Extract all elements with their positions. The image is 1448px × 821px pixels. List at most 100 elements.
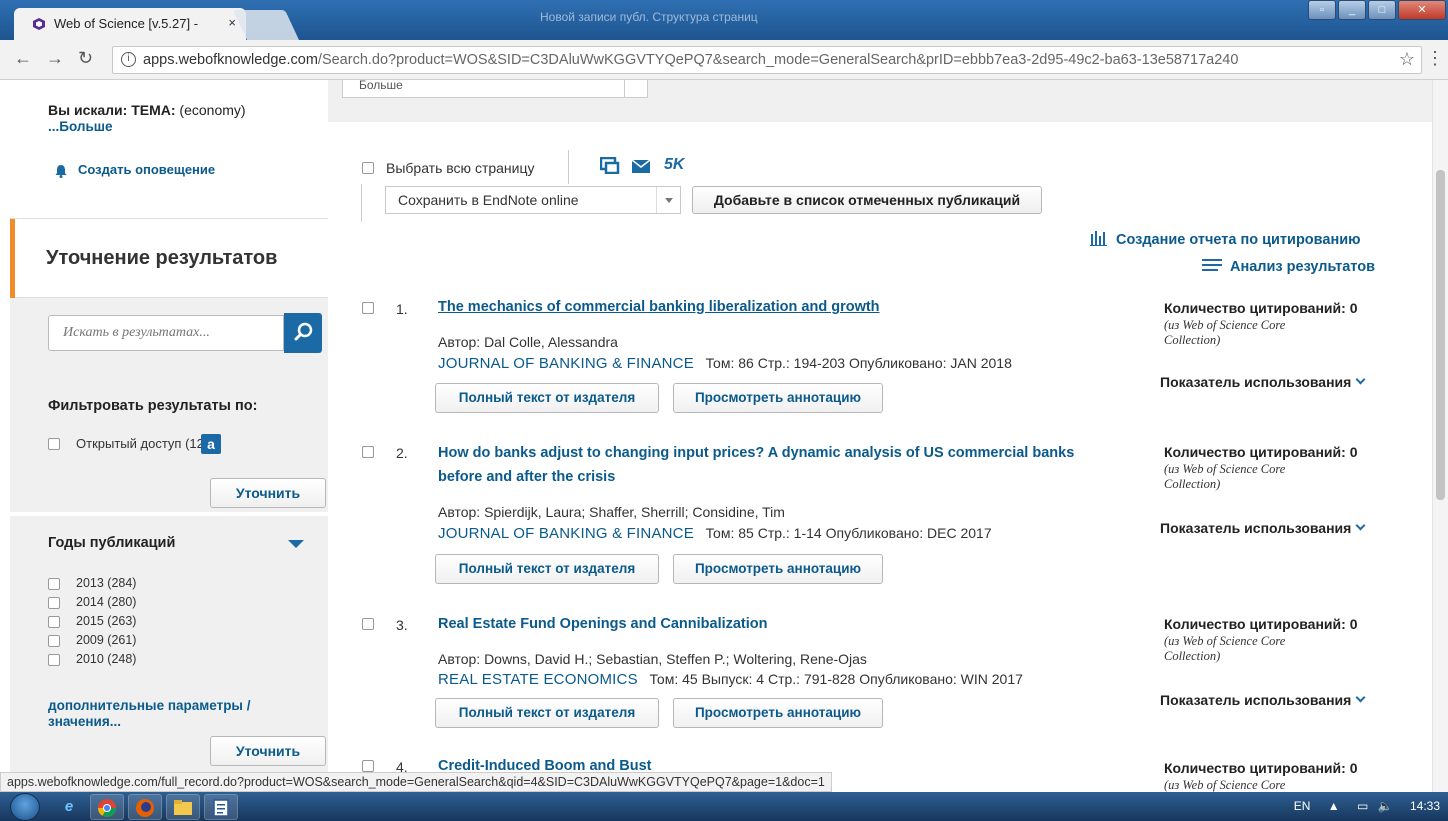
record-title-link[interactable]: The mechanics of commercial banking libe…: [438, 295, 1118, 319]
tab-title: Web of Science [v.5.27] -: [54, 16, 199, 31]
search-in-results-panel: [10, 298, 328, 378]
chevron-down-icon: [1355, 692, 1366, 703]
journal-name-link[interactable]: JOURNAL OF BANKING & FINANCE: [438, 525, 694, 542]
refine-title: Уточнение результатов: [46, 247, 278, 269]
full-text-button[interactable]: Полный текст от издателя: [435, 554, 659, 584]
email-icon[interactable]: [632, 160, 650, 173]
maximize-window-icon[interactable]: □: [1368, 0, 1396, 20]
filter-panel: Фильтровать результаты по: Открытый дост…: [10, 378, 328, 512]
record-checkbox[interactable]: [362, 760, 374, 772]
record-checkbox[interactable]: [362, 302, 374, 314]
record-title-link[interactable]: Real Estate Fund Openings and Cannibaliz…: [438, 612, 1118, 636]
tray-expand-icon[interactable]: ▲: [1328, 799, 1340, 813]
year-checkbox[interactable]: [48, 578, 60, 590]
record-checkbox[interactable]: [362, 446, 374, 458]
search-in-results-input[interactable]: [48, 315, 284, 351]
top-select-value: Больше: [359, 80, 403, 92]
year-label: 2014 (280): [76, 595, 137, 609]
left-sidebar: Вы искали: ТЕМА: (economy) ...Больше Соз…: [10, 80, 328, 792]
usage-label: Показатель использования: [1160, 692, 1352, 708]
citation-source: (из Web of Science Core: [1164, 778, 1286, 792]
open-access-icon: a: [201, 434, 221, 454]
record-title-link[interactable]: How do banks adjust to changing input pr…: [438, 441, 1118, 489]
view-abstract-button[interactable]: Просмотреть аннотацию: [673, 698, 883, 728]
view-abstract-button[interactable]: Просмотреть аннотацию: [673, 383, 883, 413]
year-checkbox[interactable]: [48, 654, 60, 666]
select-all-checkbox[interactable]: [362, 162, 374, 174]
back-icon[interactable]: ←: [14, 48, 32, 69]
year-checkbox[interactable]: [48, 635, 60, 647]
citation-report-link[interactable]: Создание отчета по цитированию: [1090, 231, 1361, 248]
refine-button[interactable]: Уточнить: [210, 478, 326, 508]
network-icon[interactable]: ▭: [1357, 799, 1368, 813]
more-link[interactable]: ...Больше: [48, 119, 113, 134]
reload-icon[interactable]: ↻: [78, 48, 93, 69]
journal-name-link[interactable]: REAL ESTATE ECONOMICS: [438, 671, 638, 688]
divider: [361, 184, 362, 222]
usage-count-toggle[interactable]: Показатель использования: [1160, 520, 1366, 536]
record-number: 1.: [396, 301, 408, 317]
volume-icon[interactable]: 🔈: [1378, 799, 1393, 813]
bookmark-star-icon[interactable]: ☆: [1399, 49, 1415, 70]
close-window-icon[interactable]: ✕: [1398, 0, 1446, 20]
browser-menu-icon[interactable]: ⋮: [1426, 48, 1444, 69]
full-text-button[interactable]: Полный текст от издателя: [435, 383, 659, 413]
create-alert-link[interactable]: Создать оповещение: [54, 162, 215, 177]
windows-start-icon[interactable]: [10, 793, 40, 821]
tab-close-icon[interactable]: ×: [228, 15, 236, 30]
restore-window-icon[interactable]: ▫: [1308, 0, 1336, 20]
usage-label: Показатель использования: [1160, 374, 1352, 390]
select-separator: [624, 80, 625, 97]
open-access-label: Открытый доступ (126): [76, 436, 216, 451]
view-abstract-button[interactable]: Просмотреть аннотацию: [673, 554, 883, 584]
citation-count: Количество цитирований: 0: [1164, 444, 1358, 460]
citation-count: Количество цитирований: 0: [1164, 760, 1358, 776]
record-source: REAL ESTATE ECONOMICS Том: 45 Выпуск: 4 …: [438, 671, 1023, 688]
language-indicator[interactable]: EN: [1294, 799, 1311, 813]
full-text-button[interactable]: Полный текст от издателя: [435, 698, 659, 728]
year-label: 2013 (284): [76, 576, 137, 590]
clock[interactable]: 14:33: [1410, 799, 1440, 813]
chrome-logo-icon: [98, 799, 116, 818]
divider: [568, 150, 569, 184]
save-to-select[interactable]: Сохранить в EndNote online: [385, 186, 681, 214]
folder-icon: [174, 800, 192, 815]
top-select[interactable]: Больше: [342, 80, 648, 98]
journal-name-link[interactable]: JOURNAL OF BANKING & FINANCE: [438, 355, 694, 372]
usage-label: Показатель использования: [1160, 520, 1352, 536]
collapse-triangle-icon[interactable]: [288, 540, 304, 548]
print-icon[interactable]: [600, 157, 620, 174]
export-5k-icon[interactable]: 5K: [664, 156, 684, 174]
open-access-checkbox[interactable]: [48, 438, 60, 450]
minimize-window-icon[interactable]: _: [1338, 0, 1366, 20]
publication-years-panel: Годы публикаций 2013 (284) 2014 (280) 20…: [10, 516, 328, 792]
usage-count-toggle[interactable]: Показатель использования: [1160, 374, 1366, 390]
chrome-icon[interactable]: [90, 794, 124, 820]
more-params-link[interactable]: дополнительные параметры / значения...: [48, 698, 298, 730]
record-checkbox[interactable]: [362, 618, 374, 630]
citation-source: (из Web of Science Core Collection): [1164, 462, 1286, 491]
browser-tab[interactable]: Web of Science [v.5.27] - ×: [14, 8, 246, 40]
analyze-results-link[interactable]: Анализ результатов: [1202, 258, 1375, 275]
firefox-icon[interactable]: [128, 794, 162, 820]
add-to-marked-list-button[interactable]: Добавьте в список отмеченных публикаций: [692, 186, 1042, 214]
record-number: 3.: [396, 617, 408, 633]
record-source: JOURNAL OF BANKING & FINANCE Том: 85 Стр…: [438, 525, 992, 542]
page-scrollbar[interactable]: [1432, 80, 1448, 792]
usage-count-toggle[interactable]: Показатель использования: [1160, 692, 1366, 708]
record-source: JOURNAL OF BANKING & FINANCE Том: 86 Стр…: [438, 355, 1012, 372]
address-bar[interactable]: i apps.webofknowledge.com/Search.do?prod…: [112, 46, 1422, 74]
search-button[interactable]: [284, 313, 322, 353]
site-info-icon[interactable]: i: [121, 52, 136, 67]
forward-icon[interactable]: →: [46, 48, 64, 69]
year-checkbox[interactable]: [48, 597, 60, 609]
document-app-icon[interactable]: [204, 794, 238, 820]
chevron-down-icon: [1355, 374, 1366, 385]
url-path: /Search.do?product=WOS&SID=C3DAluWwKGGVT…: [317, 52, 1239, 68]
create-alert-label: Создать оповещение: [78, 162, 216, 177]
year-checkbox[interactable]: [48, 616, 60, 628]
scrollbar-thumb[interactable]: [1436, 170, 1445, 500]
record-number: 2.: [396, 445, 408, 461]
internet-explorer-icon[interactable]: e: [52, 794, 86, 820]
file-explorer-icon[interactable]: [166, 794, 200, 820]
